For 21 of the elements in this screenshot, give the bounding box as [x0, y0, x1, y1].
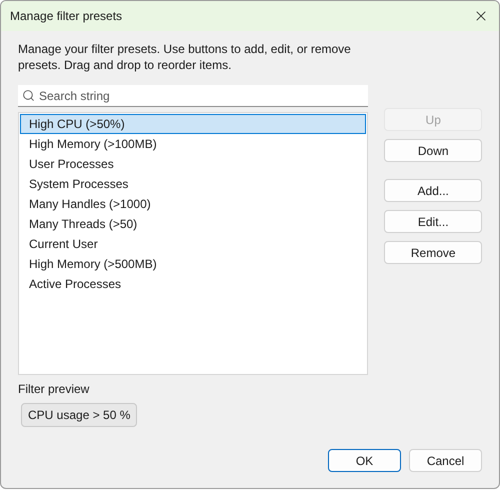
side-button[interactable]: Edit... — [384, 210, 482, 233]
side-button[interactable]: Remove — [384, 241, 482, 264]
search-icon — [22, 89, 35, 102]
preset-item[interactable]: High CPU (>50%) — [20, 114, 366, 134]
preset-item[interactable]: Current User — [20, 234, 366, 254]
side-button[interactable]: Add... — [384, 179, 482, 202]
preset-item[interactable]: High Memory (>100MB) — [20, 134, 366, 154]
description-text: Manage your filter presets. Use buttons to add, edit, or remove presets. Drag and drop to reorder items. — [18, 41, 352, 73]
preset-item[interactable]: High Memory (>500MB) — [20, 254, 366, 274]
preset-item[interactable]: Active Processes — [20, 274, 366, 294]
preset-item[interactable]: Many Threads (>50) — [20, 214, 366, 234]
dialog-button[interactable]: OK — [328, 449, 401, 472]
search-field[interactable]: Search string — [18, 85, 368, 107]
side-button[interactable]: Down — [384, 139, 482, 162]
preset-item[interactable]: Many Handles (>1000) — [20, 194, 366, 214]
filter-preview-chip: CPU usage > 50 % — [21, 403, 138, 427]
preview-label: Filter preview — [18, 381, 90, 397]
preset-item[interactable]: User Processes — [20, 154, 366, 174]
preset-item[interactable]: System Processes — [20, 174, 366, 194]
window-title: Manage filter presets — [10, 8, 122, 25]
dialog-button[interactable]: Cancel — [409, 449, 482, 472]
